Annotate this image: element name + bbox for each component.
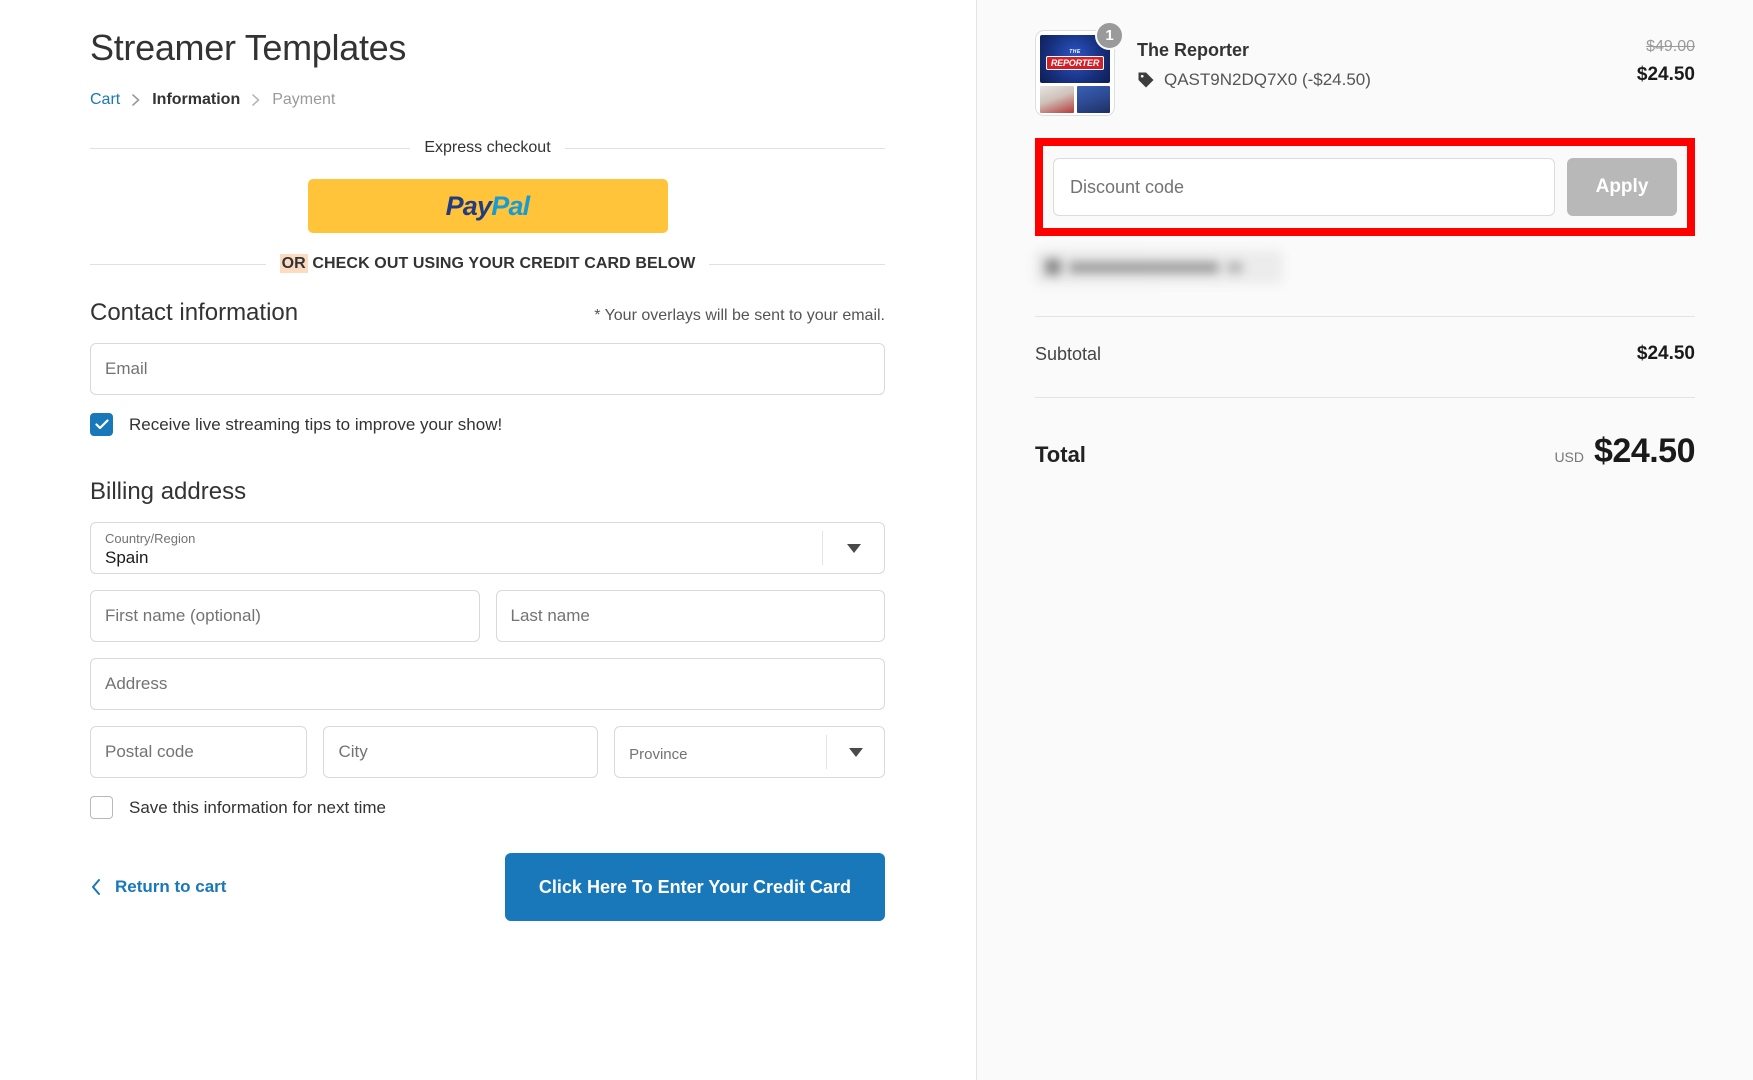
or-line-right	[709, 263, 886, 265]
address-field[interactable]: Address	[90, 658, 885, 711]
first-name-field[interactable]: First name (optional)	[90, 590, 480, 643]
chip-code-text	[1069, 261, 1219, 273]
paypal-logo: PayPal	[445, 190, 531, 222]
country-region-value: Spain	[105, 548, 149, 568]
product-name: The Reporter	[1137, 40, 1250, 60]
express-checkout-label: Express checkout	[424, 139, 551, 157]
discount-code-placeholder: Discount code	[1070, 176, 1185, 197]
express-checkout-divider: Express checkout	[90, 139, 885, 157]
or-highlight: OR	[279, 254, 308, 274]
page-title: Streamer Templates	[90, 27, 407, 68]
or-divider-rest: CHECK OUT USING YOUR CREDIT CARD BELOW	[312, 255, 696, 273]
country-region-label: Country/Region	[105, 531, 196, 547]
postal-city-province-row: Postal code City Province	[90, 710, 885, 779]
province-select[interactable]: Province	[614, 726, 885, 779]
contact-information-title: Contact information	[90, 299, 299, 327]
thumbnail-brand-the: THE	[1069, 48, 1081, 55]
thumbnail-preview-1	[1040, 86, 1074, 113]
chevron-left-icon	[90, 878, 103, 896]
address-placeholder: Address	[105, 674, 168, 694]
contact-information-note: * Your overlays will be sent to your ema…	[594, 307, 885, 325]
enter-credit-card-button[interactable]: Click Here To Enter Your Credit Card	[504, 853, 885, 922]
first-name-placeholder: First name (optional)	[105, 606, 261, 626]
save-info-label: Save this information for next time	[129, 797, 387, 817]
chip-remove-icon[interactable]	[1227, 261, 1243, 273]
newsletter-checkbox[interactable]	[90, 413, 113, 437]
applied-discount-row: QAST9N2DQ7X0 (-$24.50)	[1137, 70, 1583, 90]
applied-discount-text: QAST9N2DQ7X0 (-$24.50)	[1164, 70, 1371, 89]
total-amount: USD $24.50	[1554, 432, 1695, 471]
total-value: $24.50	[1594, 432, 1696, 470]
subtotal-label: Subtotal	[1035, 343, 1102, 364]
checkout-form-column: Streamer Templates Cart Information Paym…	[0, 0, 976, 1080]
last-name-field[interactable]: Last name	[495, 590, 885, 643]
breadcrumb-payment: Payment	[272, 91, 336, 109]
email-field[interactable]: Email	[90, 343, 885, 396]
postal-code-placeholder: Postal code	[105, 742, 194, 762]
paypal-logo-pal: Pal	[491, 190, 530, 221]
order-item-body: The Reporter QAST9N2DQ7X0 (-$24.50)	[1137, 30, 1583, 90]
total-currency: USD	[1554, 449, 1584, 465]
billing-address-title: Billing address	[90, 478, 247, 506]
product-thumbnail-wrap: THE REPORTER 1	[1035, 21, 1124, 116]
tag-icon	[1137, 71, 1155, 89]
save-info-checkbox[interactable]	[90, 796, 113, 820]
paypal-button[interactable]: PayPal	[307, 179, 668, 234]
divider-line-right	[564, 147, 885, 149]
thumbnail-previews	[1040, 86, 1110, 113]
return-to-cart-link[interactable]: Return to cart	[90, 877, 226, 897]
discount-code-annotation-box: Discount code Apply	[1035, 138, 1695, 236]
summary-divider-bottom	[1035, 397, 1695, 398]
thumbnail-brand-name: REPORTER	[1045, 55, 1105, 70]
total-row: Total USD $24.50	[1035, 432, 1696, 471]
discount-code-input[interactable]: Discount code	[1053, 158, 1555, 216]
chevron-down-icon-province[interactable]	[826, 735, 884, 770]
city-field[interactable]: City	[323, 726, 599, 779]
chevron-right-icon-2	[250, 93, 262, 107]
city-placeholder: City	[338, 742, 368, 762]
order-item-prices: $49.00 $24.50	[1605, 30, 1695, 86]
product-original-price: $49.00	[1646, 38, 1695, 55]
order-summary-column: THE REPORTER 1 The Reporter QAST9N2DQ7X0…	[976, 0, 1753, 1080]
last-name-placeholder: Last name	[510, 606, 590, 626]
newsletter-label: Receive live streaming tips to improve y…	[129, 414, 503, 434]
quantity-badge: 1	[1095, 21, 1124, 50]
or-divider: OR CHECK OUT USING YOUR CREDIT CARD BELO…	[90, 254, 886, 274]
postal-code-field[interactable]: Postal code	[90, 726, 308, 779]
breadcrumb: Cart Information Payment	[90, 91, 885, 109]
chevron-right-icon	[130, 93, 142, 107]
express-buttons: PayPal	[90, 179, 885, 234]
product-price: $24.50	[1636, 64, 1695, 85]
total-label: Total	[1035, 442, 1086, 467]
order-line-item: THE REPORTER 1 The Reporter QAST9N2DQ7X0…	[1035, 21, 1695, 116]
province-placeholder: Province	[629, 745, 688, 763]
chip-tag-icon	[1045, 259, 1061, 275]
save-info-checkbox-row[interactable]: Save this information for next time	[90, 796, 885, 820]
applied-discount-chip-redacted[interactable]	[1035, 250, 1283, 284]
summary-divider-top	[1035, 316, 1695, 317]
checkout-page: Streamer Templates Cart Information Paym…	[0, 0, 1753, 1080]
paypal-logo-pay: Pay	[445, 190, 492, 221]
subtotal-value: $24.50	[1636, 343, 1695, 364]
thumbnail-preview-2	[1076, 86, 1110, 113]
country-region-select[interactable]: Country/Region Spain	[90, 522, 885, 575]
or-line-left	[90, 263, 266, 265]
name-row: First name (optional) Last name	[90, 574, 885, 643]
apply-discount-button[interactable]: Apply	[1567, 158, 1677, 216]
or-divider-label: OR CHECK OUT USING YOUR CREDIT CARD BELO…	[279, 254, 696, 274]
email-placeholder: Email	[105, 359, 148, 379]
breadcrumb-information: Information	[152, 91, 241, 109]
form-actions: Return to cart Click Here To Enter Your …	[90, 853, 885, 922]
newsletter-checkbox-row[interactable]: Receive live streaming tips to improve y…	[90, 413, 885, 437]
breadcrumb-cart[interactable]: Cart	[90, 91, 120, 109]
return-to-cart-label: Return to cart	[115, 877, 227, 897]
discount-code-row: Discount code Apply	[1053, 158, 1677, 216]
chevron-down-icon-country[interactable]	[822, 531, 884, 566]
subtotal-row: Subtotal $24.50	[1035, 343, 1695, 365]
divider-line-left	[90, 147, 411, 149]
contact-information-header: Contact information * Your overlays will…	[90, 299, 885, 327]
